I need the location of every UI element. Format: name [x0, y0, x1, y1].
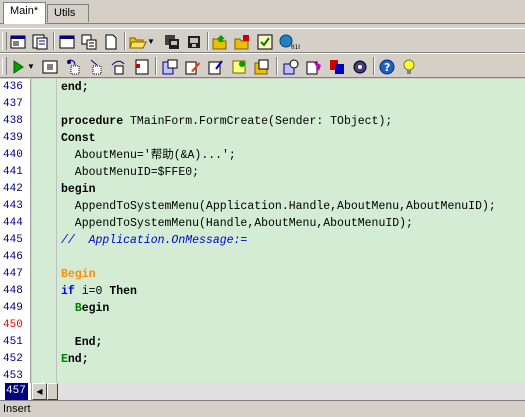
line-number: 448 — [3, 285, 23, 297]
highlight-icon[interactable] — [206, 57, 226, 76]
code-line: Const — [61, 132, 96, 145]
open-folder-icon[interactable] — [128, 32, 148, 51]
code-line: Begin — [61, 268, 96, 281]
line-number: 449 — [3, 302, 23, 314]
editor-tab-bar: Main* Utils — [0, 0, 525, 24]
code-line: AboutMenu='帮助(&A)...'; — [61, 149, 236, 162]
code-line: AboutMenuID=$FFE0; — [61, 166, 200, 179]
status-bar: Insert — [0, 400, 525, 417]
line-number-error: 450 — [3, 319, 23, 331]
view-form-icon[interactable] — [30, 32, 50, 51]
code-line: AppendToSystemMenu(Handle,AboutMenu,Abou… — [61, 217, 413, 230]
line-number: 447 — [3, 268, 23, 280]
line-number: 437 — [3, 98, 23, 110]
view-unit-icon[interactable] — [8, 32, 28, 51]
project-manager-icon[interactable] — [233, 32, 253, 51]
bracket-match-mark: E — [61, 353, 68, 366]
svg-text:0101: 0101 — [291, 44, 300, 50]
toolbar-grip[interactable] — [2, 57, 7, 75]
code-line: End; — [61, 353, 89, 366]
line-number: 438 — [3, 115, 23, 127]
code-line: End; — [61, 336, 103, 349]
compile-icon[interactable] — [184, 32, 204, 51]
code-comment-line: // Application.OnMessage:= — [61, 234, 248, 247]
pause-icon[interactable] — [40, 57, 60, 76]
scroll-thumb[interactable] — [47, 383, 58, 400]
dropdown-arrow-icon[interactable]: ▼ — [146, 32, 156, 51]
tools-icon[interactable] — [252, 57, 272, 76]
notes-icon[interactable] — [229, 57, 249, 76]
window-icon[interactable] — [57, 32, 77, 51]
gutter-bottom: 457 — [0, 383, 32, 400]
gutter-margin-line — [56, 79, 57, 383]
line-number: 452 — [3, 353, 23, 365]
line-number: 440 — [3, 149, 23, 161]
find-icon[interactable] — [281, 57, 301, 76]
trace-icon[interactable] — [86, 57, 106, 76]
code-line: end; — [61, 81, 89, 94]
code-line: AppendToSystemMenu(Application.Handle,Ab… — [61, 200, 496, 213]
line-number: 439 — [3, 132, 23, 144]
line-number: 443 — [3, 200, 23, 212]
tips-icon[interactable] — [399, 57, 419, 76]
code-line: if i=0 Then — [61, 285, 137, 298]
settings-icon[interactable] — [350, 57, 370, 76]
tab-utils[interactable]: Utils — [47, 4, 89, 22]
run-icon[interactable] — [8, 57, 28, 76]
line-number: 451 — [3, 336, 23, 348]
edit-icon[interactable] — [183, 57, 203, 76]
toolbar-grip[interactable] — [2, 32, 7, 50]
svg-text:?: ? — [384, 61, 390, 74]
packages-icon[interactable] — [304, 57, 324, 76]
new-file-icon[interactable] — [101, 32, 121, 51]
current-line-number: 457 — [5, 383, 28, 400]
open-project-icon[interactable] — [211, 32, 231, 51]
tab-main[interactable]: Main* — [3, 2, 46, 24]
checklist-icon[interactable] — [255, 32, 275, 51]
scroll-left-button[interactable]: ◀ — [32, 383, 47, 400]
doc-edit-icon[interactable] — [160, 57, 180, 76]
line-number-gutter: 436 437 438 439 440 441 442 443 444 445 … — [0, 79, 31, 383]
bracket-match-mark: B — [74, 302, 82, 315]
component-icon[interactable]: 0101 — [277, 32, 301, 51]
edit-mode-status: Insert — [3, 403, 31, 415]
code-editor[interactable]: 436 437 438 439 440 441 442 443 444 445 … — [0, 79, 525, 383]
code-line: procedure TMainForm.FormCreate(Sender: T… — [61, 115, 393, 128]
copy-window-icon[interactable] — [79, 32, 99, 51]
run-dropdown-icon[interactable]: ▼ — [26, 57, 36, 76]
code-line: begin — [61, 183, 96, 196]
step-over-icon[interactable] — [108, 57, 128, 76]
save-all-icon[interactable] — [162, 32, 182, 51]
line-number: 436 — [3, 81, 23, 93]
code-area[interactable]: end; procedure TMainForm.FormCreate(Send… — [32, 79, 525, 383]
options-icon[interactable] — [327, 57, 347, 76]
main-toolbar: ▼ 0101 — [0, 28, 525, 53]
horizontal-scrollbar[interactable]: ◀ — [32, 383, 525, 400]
help-icon[interactable]: ? — [377, 57, 397, 76]
bookmark-icon[interactable] — [132, 57, 152, 76]
code-line: Begin — [74, 302, 110, 315]
debug-toolbar: ▼ ? — [0, 53, 525, 78]
line-number: 445 — [3, 234, 23, 246]
line-number: 446 — [3, 251, 23, 263]
line-number: 441 — [3, 166, 23, 178]
step-into-icon[interactable] — [64, 57, 84, 76]
line-number: 442 — [3, 183, 23, 195]
line-number: 444 — [3, 217, 23, 229]
